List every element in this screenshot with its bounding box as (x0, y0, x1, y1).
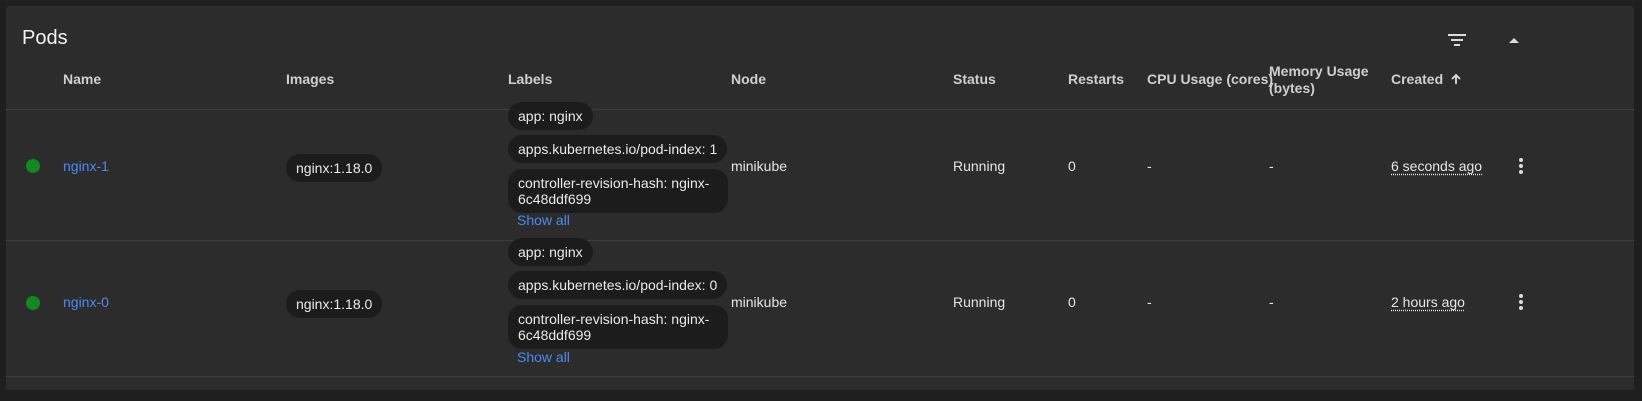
restart-count: 0 (1068, 294, 1076, 310)
filter-button[interactable] (1443, 26, 1471, 54)
more-vertical-icon (1519, 158, 1523, 174)
col-labels[interactable]: Labels (508, 71, 552, 88)
pod-name-link[interactable]: nginx-0 (63, 294, 109, 310)
show-all-link[interactable]: Show all (517, 349, 570, 365)
table-row[interactable]: nginx-1 nginx:1.18.0 app: nginx apps.kub… (6, 98, 1634, 241)
card-title: Pods (22, 27, 68, 49)
col-restarts[interactable]: Restarts (1068, 71, 1124, 88)
label-chip: controller-revision-hash: nginx-6c48ddf6… (508, 169, 728, 213)
status-indicator (26, 159, 40, 173)
memory-usage: - (1269, 158, 1274, 174)
col-images[interactable]: Images (286, 71, 334, 88)
cpu-usage: - (1147, 294, 1152, 310)
node-name: minikube (731, 158, 788, 174)
table-row[interactable]: nginx-0 nginx:1.18.0 app: nginx apps.kub… (6, 234, 1634, 377)
label-chip: controller-revision-hash: nginx-6c48ddf6… (508, 305, 728, 349)
pod-status: Running (953, 158, 1006, 174)
col-memory-line2: (bytes) (1269, 80, 1315, 96)
pod-status: Running (953, 294, 1006, 310)
col-memory[interactable]: Memory Usage (bytes) (1269, 63, 1369, 97)
col-created[interactable]: Created (1391, 71, 1462, 88)
created-time: 6 seconds ago (1391, 158, 1483, 174)
pod-name[interactable]: nginx-1 (63, 158, 109, 175)
more-vertical-icon (1519, 294, 1523, 310)
pod-name[interactable]: nginx-0 (63, 294, 109, 311)
label-chip: apps.kubernetes.io/pod-index: 1 (508, 135, 728, 163)
image-chip: nginx:1.18.0 (286, 290, 383, 318)
label-chip: app: nginx (508, 238, 593, 266)
cpu-usage: - (1147, 158, 1152, 174)
col-status[interactable]: Status (953, 71, 996, 88)
col-memory-line1: Memory Usage (1269, 63, 1369, 79)
col-name[interactable]: Name (63, 71, 101, 88)
node-name: minikube (731, 294, 788, 310)
image-chip: nginx:1.18.0 (286, 154, 383, 182)
chevron-up-icon (1509, 38, 1519, 43)
pods-card: Pods Name Images Labels Node Status Rest… (6, 6, 1634, 390)
pod-name-link[interactable]: nginx-1 (63, 158, 109, 174)
restart-count: 0 (1068, 158, 1076, 174)
label-chip: app: nginx (508, 102, 593, 130)
collapse-button[interactable] (1500, 26, 1528, 54)
col-node[interactable]: Node (731, 71, 766, 88)
row-actions-button[interactable] (1509, 154, 1533, 178)
created-time: 2 hours ago (1391, 294, 1465, 310)
col-cpu[interactable]: CPU Usage (cores) (1147, 71, 1273, 88)
show-all-link[interactable]: Show all (517, 212, 570, 228)
status-indicator (26, 296, 40, 310)
memory-usage: - (1269, 294, 1274, 310)
row-actions-button[interactable] (1509, 290, 1533, 314)
col-created-label: Created (1391, 71, 1444, 87)
filter-icon (1448, 34, 1466, 46)
label-chip: apps.kubernetes.io/pod-index: 0 (508, 271, 728, 299)
arrow-up-icon (1451, 73, 1461, 84)
